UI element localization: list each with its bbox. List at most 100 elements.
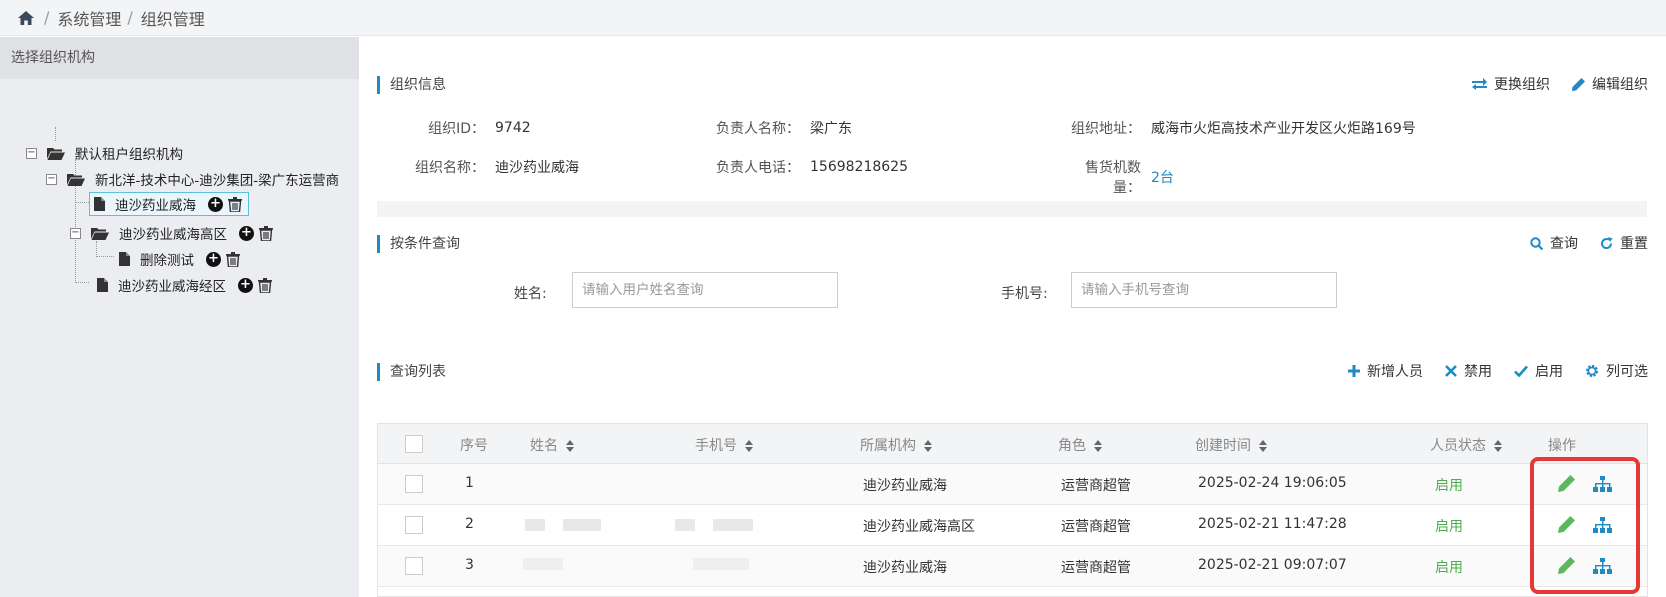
search-button[interactable]: 查询 (1530, 233, 1578, 253)
tree-node-label[interactable]: 新北洋-技术中心-迪沙集团-梁广东运营商 (95, 169, 339, 189)
select-all-checkbox[interactable] (405, 435, 423, 453)
address-value: 威海市火炬高技术产业开发区火炬路169号 (1151, 121, 1416, 137)
row-checkbox[interactable] (405, 557, 423, 575)
redacted-phone (693, 558, 749, 570)
trash-icon[interactable] (226, 251, 240, 267)
name-query-label: 姓名: (514, 286, 547, 302)
row-status: 启用 (1435, 519, 1463, 535)
column-select-button[interactable]: 列可选 (1585, 361, 1648, 381)
tree-node-weihai[interactable]: 迪沙药业威海 + (89, 192, 249, 216)
tree-node-jingqu[interactable]: 迪沙药业威海经区 + (97, 275, 272, 295)
swap-icon (1472, 78, 1487, 90)
edit-org-label: 编辑组织 (1592, 77, 1648, 93)
row-index: 1 (465, 475, 474, 491)
user-table: 序号 姓名 手机号 所属机构 角色 创建时间 人员状态 操作 1 迪沙药业威海 … (377, 423, 1648, 597)
breadcrumb-item-system[interactable]: 系统管理 (57, 6, 121, 30)
col-phone-label: 手机号 (695, 438, 737, 454)
list-actions: 新增人员 禁用 启用 列可选 (1348, 361, 1648, 381)
disable-button[interactable]: 禁用 (1445, 361, 1492, 381)
trash-icon[interactable] (258, 277, 272, 293)
reset-button[interactable]: 重置 (1600, 233, 1648, 253)
query-title: 按条件查询 (377, 235, 460, 253)
enable-button[interactable]: 启用 (1514, 361, 1563, 381)
change-org-label: 更换组织 (1494, 77, 1550, 93)
org-id-value: 9742 (495, 120, 531, 136)
tree-node-label[interactable]: 迪沙药业威海经区 (118, 275, 226, 295)
row-checkbox[interactable] (405, 516, 423, 534)
sort-icon (924, 440, 932, 452)
col-created[interactable]: 创建时间 (1195, 435, 1267, 455)
row-status: 启用 (1435, 478, 1463, 494)
table-row: 3 迪沙药业威海 运营商超管 2025-02-21 09:07:07 启用 (378, 546, 1647, 587)
row-checkbox[interactable] (405, 475, 423, 493)
breadcrumb: / 系统管理 / 组织管理 (0, 0, 1666, 36)
trash-icon[interactable] (228, 196, 242, 212)
file-icon (97, 278, 108, 292)
tree-node-label[interactable]: 默认租户组织机构 (75, 143, 183, 163)
col-status-label: 人员状态 (1430, 438, 1486, 454)
org-tree-header: 选择组织机构 (0, 37, 359, 79)
plus-icon (1348, 365, 1360, 377)
leader-name-value: 梁广东 (810, 121, 852, 137)
tree-node-label[interactable]: 迪沙药业威海 (115, 194, 196, 214)
collapse-toggle[interactable]: − (46, 173, 57, 185)
machines-count-link[interactable]: 2台 (1151, 167, 1174, 187)
plus-circle-icon[interactable]: + (239, 225, 254, 241)
section-divider (377, 201, 1647, 217)
col-phone[interactable]: 手机号 (695, 435, 753, 455)
tree-node-label[interactable]: 迪沙药业威海高区 (119, 223, 227, 243)
table-row: 1 迪沙药业威海 运营商超管 2025-02-24 19:06:05 启用 (378, 464, 1647, 505)
machines-label: 售货机数量： (1085, 160, 1141, 196)
home-icon[interactable] (18, 10, 34, 25)
table-row: 2 迪沙药业威海高区 运营商超管 2025-02-21 11:47:28 启用 (378, 505, 1647, 546)
tree-node-gaoqu[interactable]: − 迪沙药业威海高区 + (70, 223, 273, 243)
trash-icon[interactable] (259, 225, 273, 241)
reset-label: 重置 (1620, 236, 1648, 252)
tree-node-operator[interactable]: − 新北洋-技术中心-迪沙集团-梁广东运营商 (46, 169, 339, 189)
tree-node-root[interactable]: − 默认租户组织机构 (26, 143, 183, 163)
org-info-actions: 更换组织 编辑组织 (1472, 74, 1648, 94)
enable-label: 启用 (1535, 364, 1563, 380)
sort-icon (566, 440, 574, 452)
phone-search-input[interactable] (1071, 272, 1337, 308)
col-name[interactable]: 姓名 (530, 435, 574, 455)
col-role[interactable]: 角色 (1058, 435, 1102, 455)
check-icon (1514, 365, 1528, 377)
folder-open-icon (67, 173, 85, 186)
org-id-label: 组织ID： (428, 121, 485, 137)
address-label: 组织地址： (1071, 121, 1141, 137)
redacted-name (523, 558, 563, 570)
plus-circle-icon[interactable]: + (238, 277, 253, 293)
phone-query-label: 手机号: (1001, 286, 1048, 302)
org-info-title: 组织信息 (377, 76, 446, 94)
gear-icon (1586, 365, 1598, 377)
tree-node-label[interactable]: 删除测试 (140, 249, 194, 269)
row-org: 迪沙药业威海 (863, 560, 947, 576)
col-org[interactable]: 所属机构 (860, 435, 932, 455)
sort-icon (1259, 440, 1267, 452)
name-search-input[interactable] (572, 272, 838, 308)
pencil-icon (1572, 77, 1585, 91)
col-index: 序号 (460, 438, 488, 454)
leader-phone-label: 负责人电话： (716, 160, 800, 176)
edit-org-button[interactable]: 编辑组织 (1572, 74, 1648, 94)
plus-circle-icon[interactable]: + (208, 196, 223, 212)
row-created: 2025-02-21 11:47:28 (1198, 516, 1347, 532)
change-org-button[interactable]: 更换组织 (1472, 74, 1550, 94)
collapse-toggle[interactable]: − (70, 227, 81, 239)
file-icon (119, 252, 130, 266)
collapse-toggle[interactable]: − (26, 147, 37, 159)
add-user-button[interactable]: 新增人员 (1348, 361, 1423, 381)
sort-icon (1094, 440, 1102, 452)
org-tree-panel: 选择组织机构 − 默认租户组织机构 − 新北洋-技术中心-迪沙集团-梁广东运营商… (0, 37, 359, 597)
org-tree: − 默认租户组织机构 − 新北洋-技术中心-迪沙集团-梁广东运营商 迪沙药业威海… (0, 79, 359, 597)
col-status[interactable]: 人员状态 (1430, 435, 1502, 455)
plus-circle-icon[interactable]: + (206, 251, 221, 267)
tree-node-delete-test[interactable]: 删除测试 + (119, 249, 240, 269)
leader-name-label: 负责人名称： (716, 121, 800, 137)
times-icon (1445, 365, 1457, 377)
row-status: 启用 (1435, 560, 1463, 576)
annotation-highlight-box (1530, 457, 1640, 594)
org-name-field: 组织名称： 迪沙药业威海 (406, 157, 579, 177)
address-field: 组织地址： 威海市火炬高技术产业开发区火炬路169号 (1059, 118, 1416, 138)
